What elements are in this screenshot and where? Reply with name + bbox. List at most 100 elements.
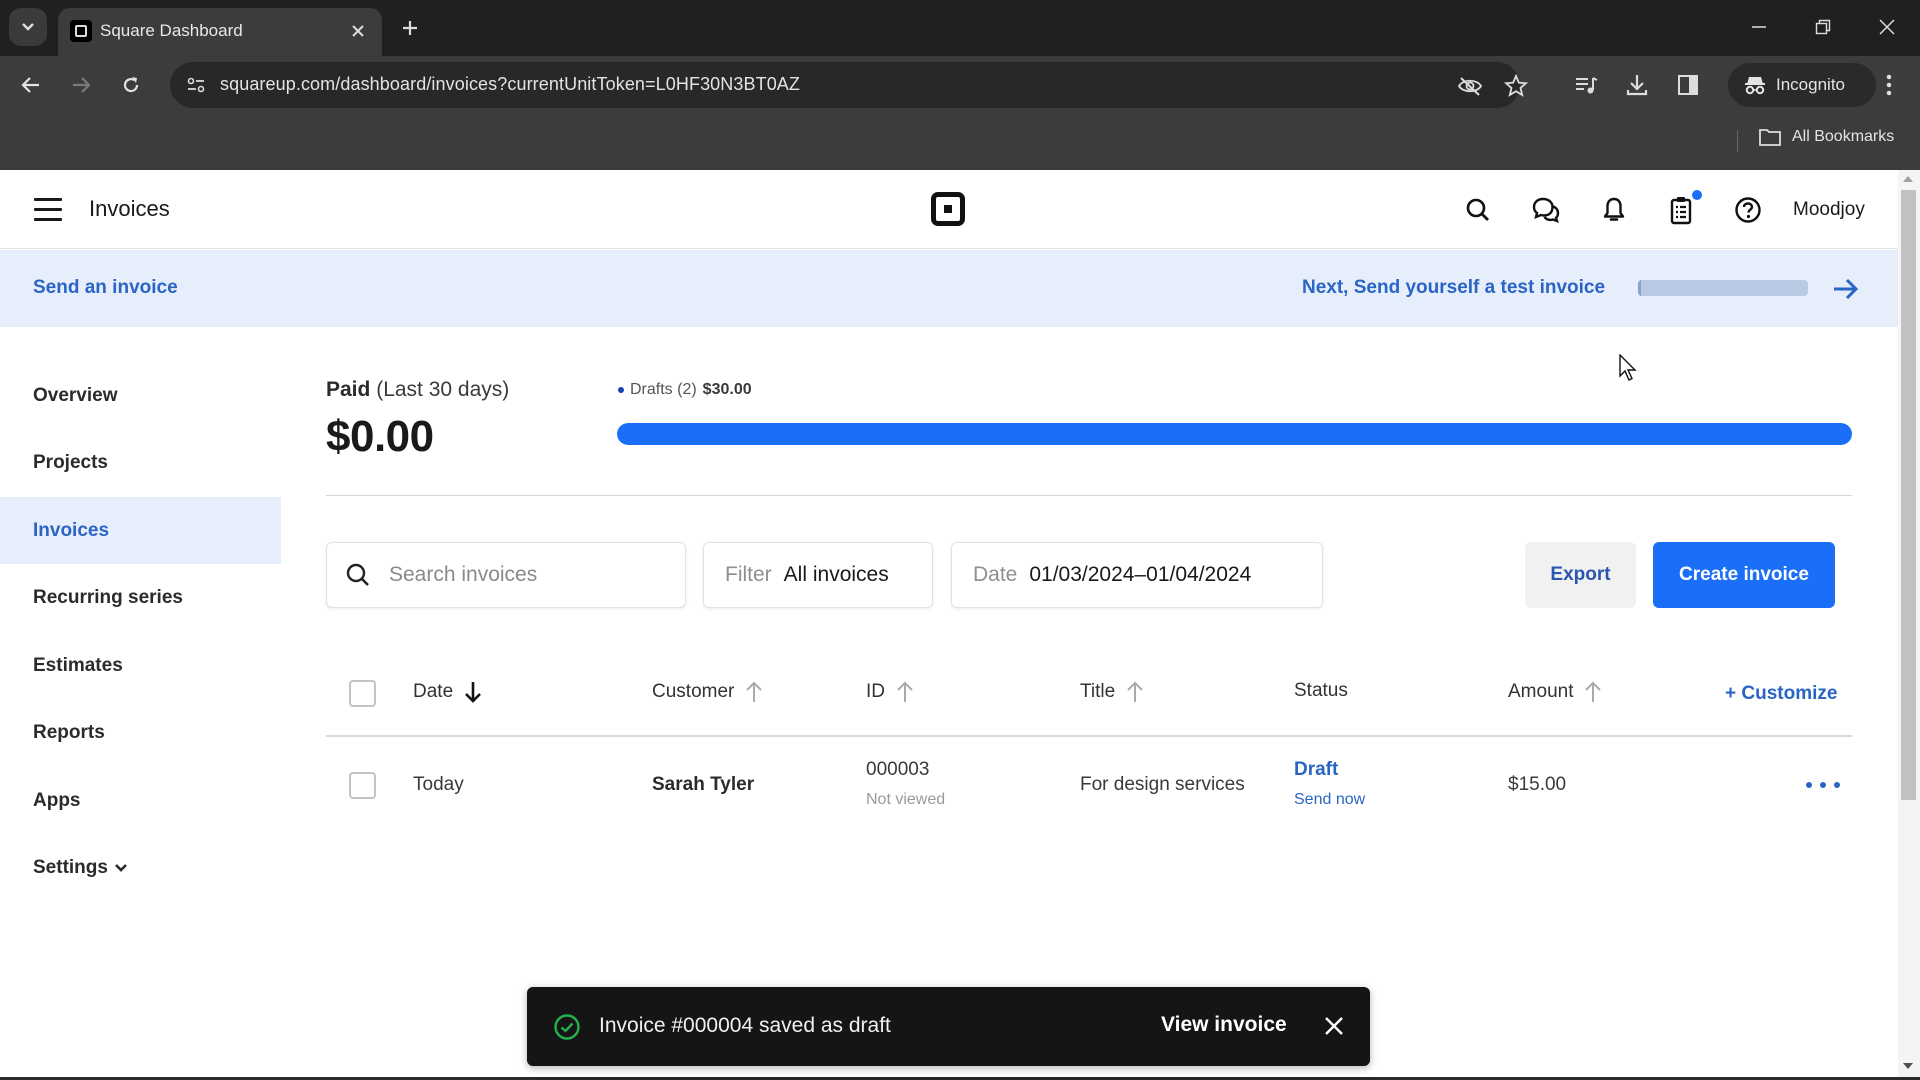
view-invoice-button[interactable]: View invoice [1161,1013,1287,1037]
next-step-button[interactable] [1830,274,1860,304]
back-button[interactable] [14,68,48,102]
tab-search-button[interactable] [9,8,47,46]
cell-title: For design services [1080,774,1245,795]
sidebar-item-settings[interactable]: Settings [0,834,281,901]
column-header-id[interactable]: ID [866,680,915,704]
sidebar-item-label: Projects [33,451,108,473]
minimize-icon [1752,26,1766,28]
sidebar-item-label: Recurring series [33,586,183,608]
close-window-button[interactable] [1864,12,1910,42]
sidebar-item-apps[interactable]: Apps [0,767,281,834]
browser-chrome: Square Dashboard squareup.com/dashboard/… [0,0,1920,170]
new-tab-button[interactable] [396,14,424,42]
search-input[interactable] [389,563,659,587]
arrow-left-icon [21,77,39,93]
send-now-link[interactable]: Send now [1294,791,1365,809]
scrollbar-thumb[interactable] [1901,190,1916,800]
browser-menu-button[interactable] [1872,68,1906,102]
export-button[interactable]: Export [1525,542,1636,608]
incognito-label: Incognito [1776,75,1845,94]
sidebar-item-estimates[interactable]: Estimates [0,632,281,699]
filter-label: Filter [725,563,772,586]
notification-dot [1692,190,1702,200]
arrow-right-icon [1834,278,1859,300]
drafts-progress-fill [617,423,1852,445]
select-all-checkbox[interactable] [349,680,376,707]
search-button[interactable] [1460,192,1496,228]
search-icon [346,563,369,586]
send-invoice-link[interactable]: Send an invoice [33,277,178,299]
all-bookmarks-button[interactable]: All Bookmarks [1758,127,1894,147]
create-invoice-button[interactable]: Create invoice [1653,542,1835,608]
filter-value: All invoices [783,563,889,586]
search-field[interactable] [326,542,686,608]
clipboard-icon [1670,197,1692,225]
column-header-date[interactable]: Date [413,680,483,704]
reload-button[interactable] [114,68,148,102]
customize-columns-link[interactable]: + Customize [1725,683,1837,705]
next-step-link[interactable]: Next, Send yourself a test invoice [1302,277,1605,299]
sidebar-item-reports[interactable]: Reports [0,699,281,766]
page-title: Invoices [89,196,170,221]
sidebar-item-label: Settings [33,856,108,878]
sidebar-item-overview[interactable]: Overview [0,362,281,429]
download-icon [1626,75,1648,96]
paid-period: (Last 30 days) [376,378,510,401]
minimize-button[interactable] [1736,12,1782,42]
incognito-indicator[interactable]: Incognito [1728,63,1876,107]
column-header-title[interactable]: Title [1080,680,1145,704]
column-header-status: Status [1294,680,1348,702]
column-label: Date [413,681,454,702]
folder-icon [1759,129,1781,146]
sidebar-item-invoices[interactable]: Invoices [0,497,281,564]
sidebar-item-recurring-series[interactable]: Recurring series [0,564,281,631]
tab-close-button[interactable] [346,19,370,43]
restore-button[interactable] [1800,12,1846,42]
bell-icon [1603,197,1625,221]
toast-message: Invoice #000004 saved as draft [599,1014,891,1037]
sort-up-icon [746,681,763,702]
tab-strip: Square Dashboard [0,0,1920,56]
paid-amount: $0.00 [326,412,434,461]
legend-dot [618,387,624,393]
close-icon [1879,19,1895,35]
notifications-button[interactable] [1596,192,1632,228]
messages-button[interactable] [1528,192,1564,228]
chevron-down-icon [115,863,127,872]
help-button[interactable] [1730,192,1766,228]
date-range-picker[interactable]: Date 01/03/2024–01/04/2024 [951,542,1323,608]
downloads-button[interactable] [1620,68,1654,102]
filter-dropdown[interactable]: Filter All invoices [703,542,933,608]
url-text[interactable]: squareup.com/dashboard/invoices?currentU… [220,74,800,95]
page-scrollbar[interactable] [1898,170,1920,1077]
tracking-protection-button[interactable] [1457,73,1483,99]
sidebar-item-label: Apps [33,789,81,811]
forward-button[interactable] [64,68,98,102]
scroll-up-arrow-icon[interactable] [1903,176,1913,182]
site-info-button[interactable] [182,71,210,99]
scroll-down-arrow-icon[interactable] [1903,1063,1913,1069]
square-favicon-icon [70,20,92,42]
arrow-right-icon [73,77,91,93]
column-header-amount[interactable]: Amount [1508,680,1603,704]
square-logo[interactable] [931,192,965,226]
bookmark-star-button[interactable] [1503,73,1529,99]
sidebar-item-projects[interactable]: Projects [0,429,281,496]
column-label: Title [1080,681,1116,702]
side-panel-button[interactable] [1671,68,1705,102]
browser-tab[interactable]: Square Dashboard [58,8,382,56]
help-icon [1735,197,1761,223]
column-header-customer[interactable]: Customer [652,680,764,704]
onboarding-progress-bar [1638,280,1808,296]
row-more-actions-button[interactable] [1806,776,1840,794]
media-controls-button[interactable] [1570,68,1604,102]
close-icon[interactable] [1321,1013,1347,1039]
sidebar-item-label: Overview [33,384,118,406]
onboarding-progress-fill [1638,280,1642,296]
queue-music-icon [1576,77,1598,94]
row-checkbox[interactable] [349,772,376,799]
menu-icon[interactable] [34,198,64,222]
account-menu[interactable]: Moodjoy [1793,199,1865,221]
messages-icon [1532,197,1560,224]
address-bar[interactable]: squareup.com/dashboard/invoices?currentU… [170,62,1528,108]
